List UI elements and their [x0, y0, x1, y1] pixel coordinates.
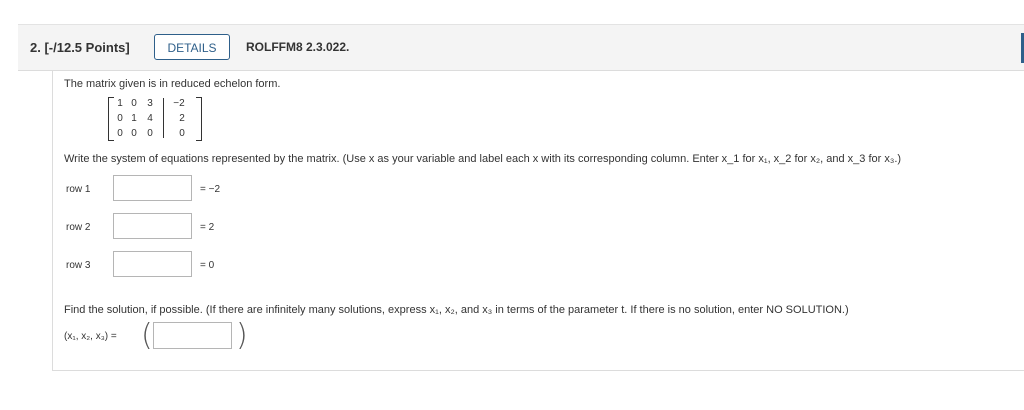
solution-right-paren: ): [236, 318, 248, 353]
row-2-equation-input[interactable]: [113, 213, 192, 239]
augmented-matrix: 1 0 3 −2 0 1 4 2 0 0 0 0: [108, 97, 208, 141]
matrix-cell: 0: [179, 128, 185, 139]
matrix-cell: 0: [117, 113, 123, 124]
matrix-cell: 4: [147, 113, 153, 124]
solution-instruction: Find the solution, if possible. (If ther…: [64, 304, 849, 316]
solution-left-paren: (: [141, 318, 153, 353]
matrix-cell: 0: [131, 98, 137, 109]
matrix-cell: 0: [117, 128, 123, 139]
row-2-label: row 2: [66, 222, 91, 233]
details-button[interactable]: DETAILS: [154, 34, 230, 60]
matrix-cell: 2: [179, 113, 185, 124]
matrix-cell: 1: [131, 113, 137, 124]
matrix-cell: 3: [147, 98, 153, 109]
matrix-right-bracket: [196, 97, 202, 141]
augment-divider: [163, 98, 164, 138]
row-2-rhs: = 2: [200, 222, 215, 233]
solution-input[interactable]: [153, 322, 232, 349]
points-label: [-/12.5 Points]: [44, 40, 130, 55]
row-3-equation-input[interactable]: [113, 251, 192, 277]
row-3-label: row 3: [66, 260, 91, 271]
row-1-equation-input[interactable]: [113, 175, 192, 201]
matrix-cell: 1: [117, 98, 123, 109]
row-1-label: row 1: [66, 184, 91, 195]
intro-text: The matrix given is in reduced echelon f…: [64, 78, 281, 90]
matrix-cell: 0: [131, 128, 137, 139]
question-points: 2. [-/12.5 Points]: [30, 40, 130, 55]
question-number: 2.: [30, 40, 41, 55]
row-3-rhs: = 0: [200, 260, 215, 271]
row-1-rhs: = −2: [200, 184, 221, 195]
solution-tuple-label: (x₁, x₂, x₃) =: [64, 331, 117, 342]
problem-reference: ROLFFM8 2.3.022.: [246, 40, 350, 54]
matrix-cell: −2: [173, 98, 185, 109]
question-header: 2. [-/12.5 Points] DETAILS ROLFFM8 2.3.0…: [18, 24, 1024, 71]
system-instruction: Write the system of equations represente…: [64, 153, 902, 165]
matrix-cell: 0: [147, 128, 153, 139]
